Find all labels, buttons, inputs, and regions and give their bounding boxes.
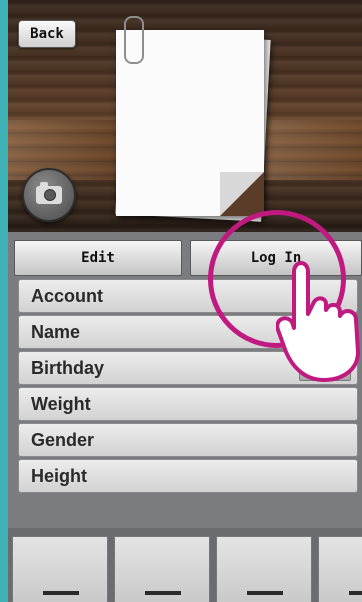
- info-label: Weight: [31, 394, 91, 414]
- bottom-tab-bar: [8, 528, 362, 602]
- camera-button[interactable]: [22, 168, 76, 222]
- info-label: Birthday: [31, 358, 105, 378]
- info-label: Gender: [31, 430, 95, 450]
- info-label: Account: [31, 286, 103, 306]
- edit-button[interactable]: Edit: [14, 240, 182, 276]
- camera-icon: [36, 182, 62, 204]
- app-screen: Back Edit Log In Account Name Birthday W…: [0, 0, 362, 602]
- info-row-weight[interactable]: Weight: [18, 387, 358, 421]
- info-label: Name: [31, 322, 81, 342]
- paperclip-icon: [124, 16, 144, 64]
- tap-hand-icon: [276, 261, 360, 382]
- profile-photo-area: Back: [8, 0, 362, 232]
- tab-indicator: [43, 591, 79, 595]
- back-button[interactable]: Back: [18, 20, 76, 48]
- tab-indicator: [349, 591, 362, 595]
- bottom-tab-3[interactable]: [216, 536, 312, 602]
- bottom-tab-2[interactable]: [114, 536, 210, 602]
- info-row-height[interactable]: Height: [18, 459, 358, 493]
- info-label: Height: [31, 466, 87, 486]
- bottom-tab-1[interactable]: [12, 536, 108, 602]
- tab-indicator: [145, 591, 181, 595]
- tab-indicator: [247, 591, 283, 595]
- bottom-tab-4[interactable]: [318, 536, 362, 602]
- info-row-gender[interactable]: Gender: [18, 423, 358, 457]
